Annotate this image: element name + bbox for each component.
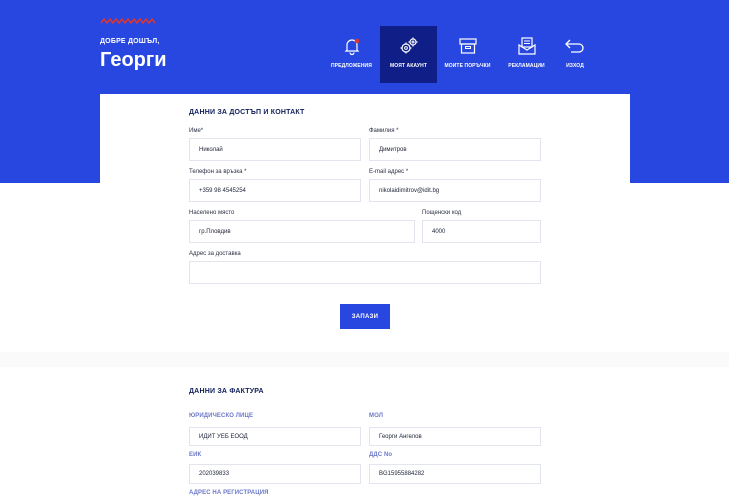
main-nav: ПРЕДЛОЖЕНИЯ МОЯТ АКАУНТ МОИТЕ ПОРЪЧКИ РЕ…: [323, 26, 595, 83]
document-envelope-icon: [517, 37, 536, 55]
mol-field[interactable]: Георги Ангелов: [369, 427, 541, 446]
nav-offers-label: ПРЕДЛОЖЕНИЯ: [331, 63, 372, 69]
dds-field[interactable]: BG15955884282: [369, 464, 541, 484]
email-label: E-mail адрес *: [369, 169, 409, 175]
return-arrow-icon: [565, 39, 584, 53]
nav-logout-label: ИЗХОД: [566, 63, 584, 69]
section-divider: [0, 352, 729, 367]
logo[interactable]: [100, 17, 156, 25]
company-field[interactable]: ИДИТ УЕБ ЕООД: [189, 427, 361, 446]
welcome-text: ДОБРЕ ДОШЪЛ,: [100, 38, 160, 45]
nav-my-orders[interactable]: МОИТЕ ПОРЪЧКИ: [437, 26, 498, 83]
nav-complaints-label: РЕКЛАМАЦИИ: [508, 63, 545, 69]
nav-my-account[interactable]: МОЯТ АКАУНТ: [380, 26, 437, 83]
contact-section-title: ДАННИ ЗА ДОСТЪП И КОНТАКТ: [189, 109, 305, 116]
first-name-label: Име*: [189, 128, 204, 134]
postcode-label: Пощенски код: [422, 210, 462, 216]
email-field[interactable]: nikolaidimitrov@idit.bg: [369, 179, 541, 202]
nav-my-orders-label: МОИТЕ ПОРЪЧКИ: [444, 63, 491, 69]
user-name: Георги: [100, 49, 167, 71]
invoice-section-title: ДАННИ ЗА ФАКТУРА: [189, 388, 264, 395]
last-name-field[interactable]: Димитров: [369, 138, 541, 161]
phone-field[interactable]: +359 98 4545254: [189, 179, 361, 202]
save-button[interactable]: ЗАПАЗИ: [340, 304, 390, 329]
eik-field[interactable]: 202039833: [189, 464, 361, 484]
last-name-label: Фамилия *: [369, 128, 399, 134]
first-name-field[interactable]: Николай: [189, 138, 361, 161]
nav-logout[interactable]: ИЗХОД: [555, 26, 595, 83]
postcode-field[interactable]: 4000: [422, 220, 541, 243]
nav-my-account-label: МОЯТ АКАУНТ: [390, 63, 427, 69]
company-label: ЮРИДИЧЕСКО ЛИЦЕ: [189, 413, 254, 419]
city-label: Населено място: [189, 210, 235, 216]
address-label: Адрес за доставка: [189, 251, 241, 257]
city-field[interactable]: гр.Пловдив: [189, 220, 415, 243]
box-icon: [458, 38, 477, 54]
gears-icon: [400, 37, 417, 54]
nav-complaints[interactable]: РЕКЛАМАЦИИ: [498, 26, 555, 83]
mol-label: МОЛ: [369, 413, 384, 419]
dds-label: ДДС No: [369, 452, 393, 458]
invoice-card: [100, 367, 630, 497]
phone-label: Телефон за връзка *: [189, 169, 247, 175]
bell-icon: [344, 38, 359, 56]
address-field[interactable]: [189, 261, 541, 284]
eik-label: ЕИК: [189, 452, 202, 458]
nav-offers[interactable]: ПРЕДЛОЖЕНИЯ: [323, 26, 380, 83]
reg-address-label: АДРЕС НА РЕГИСТРАЦИЯ: [189, 490, 269, 496]
